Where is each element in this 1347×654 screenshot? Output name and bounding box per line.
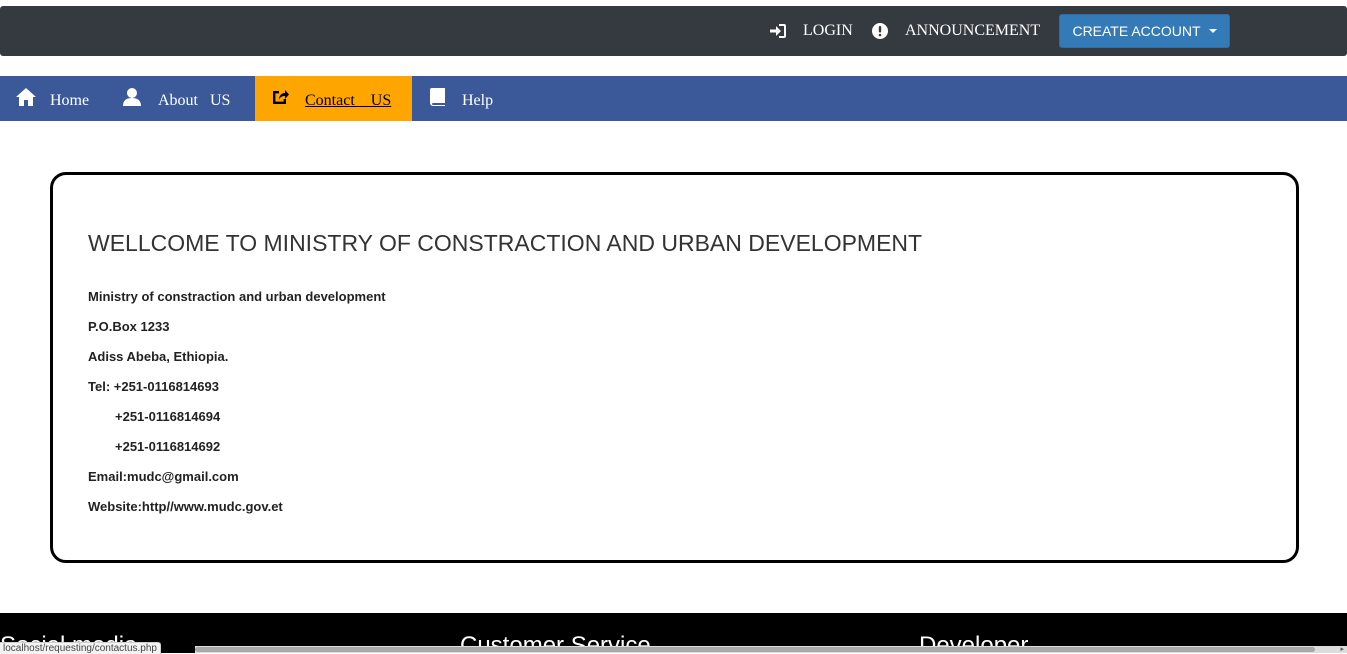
create-account-label: CREATE ACCOUNT [1072, 23, 1201, 39]
contact-card: WELLCOME TO MINISTRY OF CONSTRACTION AND… [50, 172, 1299, 563]
address: Adiss Abeba, Ethiopia. [88, 349, 229, 364]
top-bar: LOGIN ANNOUNCEMENT CREATE ACCOUNT [0, 6, 1347, 56]
website: Website:http//www.mudc.gov.et [88, 499, 283, 514]
page-title: WELLCOME TO MINISTRY OF CONSTRACTION AND… [88, 230, 923, 256]
sign-in-icon [770, 24, 786, 38]
scroll-right-arrow-icon[interactable]: ▸ [1340, 646, 1344, 653]
nav-item-label: About US [158, 92, 231, 109]
login-link[interactable]: LOGIN [770, 6, 853, 56]
email: Email:mudc@gmail.com [88, 469, 239, 484]
exclamation-circle-icon [872, 23, 888, 39]
share-square-icon [271, 88, 289, 110]
nav-item-label: Home [50, 92, 90, 109]
phone-1: Tel: +251-0116814693 [88, 379, 219, 394]
nav-item-contact[interactable]: Contact US [255, 76, 412, 121]
phone-3: +251-0116814692 [115, 439, 221, 454]
login-label: LOGIN [803, 22, 853, 39]
po-box: P.O.Box 1233 [88, 319, 170, 334]
nav-item-label: Contact US [305, 92, 392, 109]
nav-item-home[interactable]: Home [0, 76, 108, 121]
user-icon [123, 88, 141, 111]
caret-down-icon [1208, 29, 1217, 33]
create-account-button[interactable]: CREATE ACCOUNT [1059, 14, 1230, 48]
announcement-link[interactable]: ANNOUNCEMENT [872, 6, 1040, 56]
nav-item-about[interactable]: About US [108, 76, 255, 121]
status-bar-url: localhost/requesting/contactus.php [0, 642, 161, 654]
book-icon [430, 88, 446, 111]
org-name: Ministry of constraction and urban devel… [88, 289, 386, 304]
horizontal-scrollbar[interactable]: ▸ [195, 646, 1347, 653]
scrollbar-thumb[interactable] [195, 647, 1315, 652]
nav-item-label: Help [462, 92, 494, 109]
home-icon [16, 88, 36, 111]
announcement-label: ANNOUNCEMENT [905, 22, 1041, 39]
phone-2: +251-0116814694 [115, 409, 221, 424]
nav-item-help[interactable]: Help [412, 76, 512, 121]
main-nav: Home About US Contact US Help [0, 76, 1347, 121]
